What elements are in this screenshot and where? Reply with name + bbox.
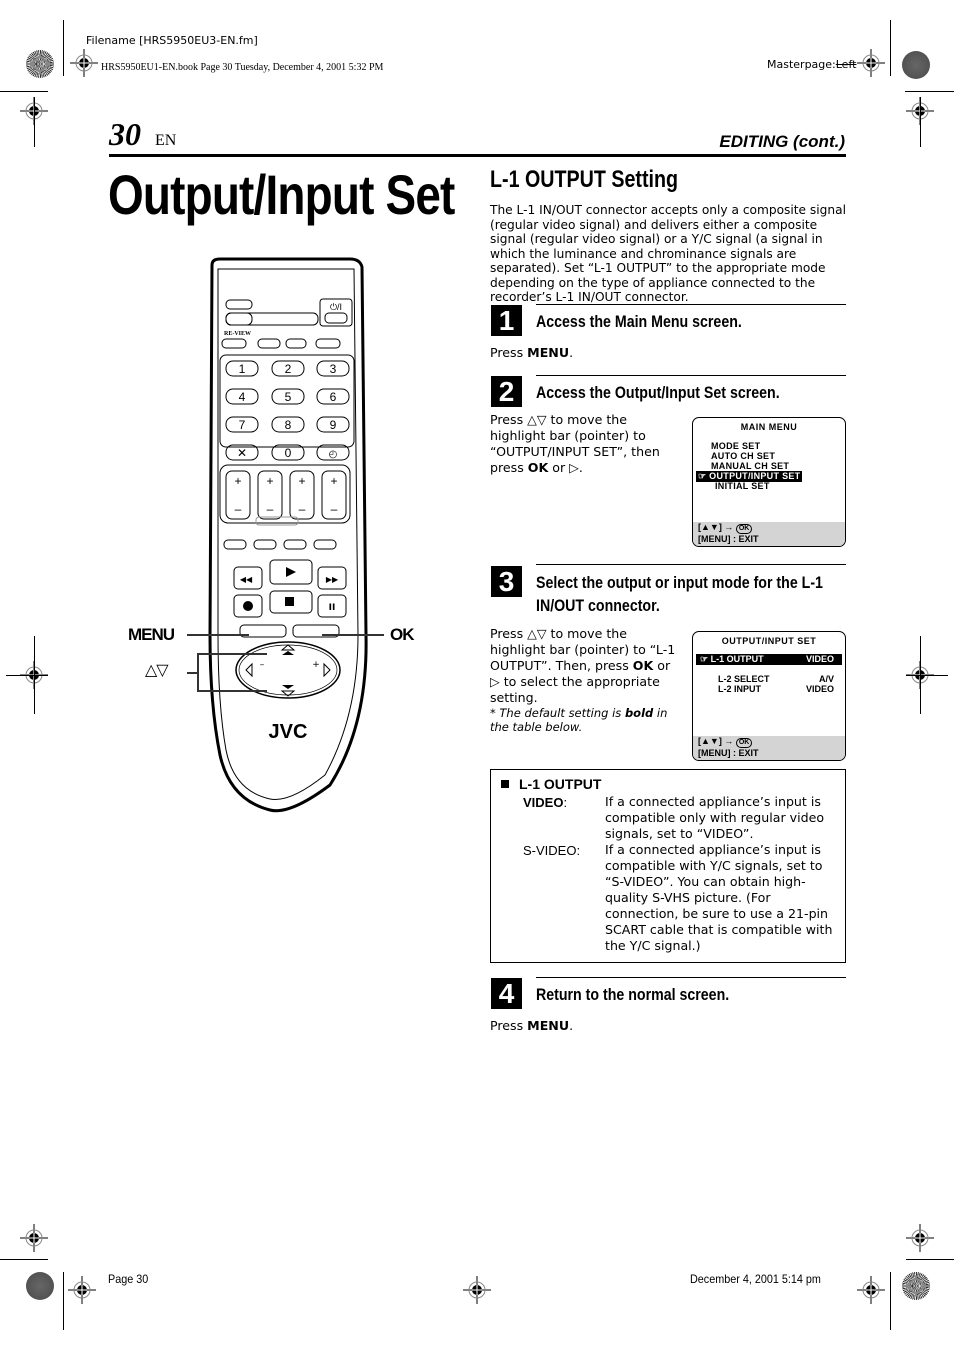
step-1-body: Press MENU. xyxy=(490,345,574,360)
osd-row-selected: ☞ L-1 OUTPUT VIDEO xyxy=(696,654,842,665)
remote-control-illustration: ⏻/I RE-VIEW 1 2 3 4 5 6 7 8 9 ✕ 0 ◴ + – +… xyxy=(208,257,368,813)
svg-text:6: 6 xyxy=(330,390,337,404)
color-rosette-icon xyxy=(26,1272,54,1300)
svg-text:◴: ◴ xyxy=(329,449,338,460)
print-masterpage: Masterpage:Left xyxy=(767,58,856,71)
color-rosette-icon xyxy=(902,51,930,79)
svg-text:–: – xyxy=(299,502,306,516)
callout-menu: MENU xyxy=(128,625,175,644)
page-title: Output/Input Set xyxy=(108,163,455,226)
svg-text:▶▶: ▶▶ xyxy=(326,575,339,584)
footer-page: Page 30 xyxy=(108,1272,149,1286)
svg-text:9: 9 xyxy=(330,418,337,432)
registration-mark-icon xyxy=(906,1224,934,1252)
svg-text:+: + xyxy=(330,474,337,488)
step-4-body: Press MENU. xyxy=(490,1018,574,1033)
color-rosette-icon xyxy=(902,1272,930,1300)
svg-text:5: 5 xyxy=(285,390,292,404)
svg-text:+: + xyxy=(234,474,241,488)
svg-text:II: II xyxy=(329,603,336,613)
svg-text:–: – xyxy=(331,502,338,516)
step-2-title: Access the Output/Input Set screen. xyxy=(536,384,780,402)
svg-text:3: 3 xyxy=(330,362,337,376)
step-3-title-line2: IN/OUT connector. xyxy=(536,597,660,615)
svg-text:+: + xyxy=(266,474,273,488)
registration-mark-icon xyxy=(20,1224,48,1252)
step-3-body: Press △▽ to move the highlight bar (poin… xyxy=(490,626,676,705)
option-desc-video: If a connected appliance’s input is comp… xyxy=(605,794,825,841)
step-3-title-line1: Select the output or input mode for the … xyxy=(536,574,823,592)
callout-ok: OK xyxy=(390,625,414,644)
callout-arrows: △▽ xyxy=(145,662,169,679)
option-desc-svideo: If a connected appliance’s input is comp… xyxy=(605,842,833,953)
footer-timestamp: December 4, 2001 5:14 pm xyxy=(690,1272,821,1286)
svg-text:+: + xyxy=(298,474,305,488)
ok-key: OK xyxy=(527,460,549,475)
menu-key: MENU xyxy=(527,1018,570,1033)
registration-mark-icon xyxy=(70,49,98,77)
svg-text:◀◀: ◀◀ xyxy=(240,575,253,584)
osd-menu-item: MODE SET xyxy=(711,441,761,451)
ok-key: OK xyxy=(632,658,654,673)
osd-footer: [▲▼] → OK [MENU] : EXIT xyxy=(693,736,845,760)
section-title: L-1 OUTPUT Setting xyxy=(490,166,679,193)
step-1-title: Access the Main Menu screen. xyxy=(536,313,742,331)
step-4-title: Return to the normal screen. xyxy=(536,986,730,1004)
menu-key: MENU xyxy=(527,345,570,360)
ok-icon: OK xyxy=(735,738,753,748)
svg-text:0: 0 xyxy=(285,446,292,460)
language-code: EN xyxy=(155,132,177,149)
step-number-1: 1 xyxy=(491,305,522,336)
ok-icon: OK xyxy=(735,524,753,534)
osd-footer: [▲▼] → OK [MENU] : EXIT xyxy=(693,522,845,546)
osd-title: OUTPUT/INPUT SET xyxy=(721,636,817,646)
default-note: * The default setting is bold in the tab… xyxy=(490,706,668,734)
pointer-icon: ☞ xyxy=(698,471,710,481)
step-2-body: Press △▽ to move the highlight bar (poin… xyxy=(490,412,660,475)
bullet-square-icon xyxy=(501,780,509,788)
svg-text:✕: ✕ xyxy=(237,446,247,460)
step-number-2: 2 xyxy=(491,376,522,407)
svg-text:8: 8 xyxy=(285,418,292,432)
svg-text:1: 1 xyxy=(239,362,246,376)
print-filename: Filename [HRS5950EU3-EN.fm] xyxy=(86,34,258,47)
section-intro: The L-1 IN/OUT connector accepts only a … xyxy=(490,203,846,304)
registration-mark-icon xyxy=(463,1276,491,1304)
masterpage-value: Left xyxy=(835,58,857,71)
registration-mark-icon xyxy=(68,1276,96,1304)
osd-menu-item: MANUAL CH SET xyxy=(711,461,790,471)
osd-title: MAIN MENU xyxy=(740,422,798,432)
option-label-video: VIDEO: xyxy=(523,795,568,810)
registration-mark-icon xyxy=(857,49,885,77)
osd-main-menu: MAIN MENU MODE SET AUTO CH SET MANUAL CH… xyxy=(692,417,846,547)
osd-menu-item: AUTO CH SET xyxy=(711,451,776,461)
osd-output-input-set: OUTPUT/INPUT SET ☞ L-1 OUTPUT VIDEO L-2 S… xyxy=(692,631,846,761)
svg-text:–: – xyxy=(267,502,274,516)
step-number-3: 3 xyxy=(491,566,522,597)
svg-text:–: – xyxy=(235,502,242,516)
svg-text:2: 2 xyxy=(285,362,292,376)
pointer-icon: ☞ xyxy=(700,654,711,664)
svg-text:4: 4 xyxy=(239,390,246,404)
svg-text:7: 7 xyxy=(239,418,246,432)
page-number: 30 xyxy=(109,116,141,152)
svg-text:RE-VIEW: RE-VIEW xyxy=(224,331,251,337)
osd-row: L-2 INPUT VIDEO xyxy=(718,684,834,694)
step-number-4: 4 xyxy=(491,978,522,1009)
registration-mark-icon xyxy=(857,1276,885,1304)
option-label-svideo: S-VIDEO: xyxy=(523,843,581,858)
osd-menu-item: INITIAL SET xyxy=(715,481,770,491)
print-book-line: HRS5950EU1-EN.book Page 30 Tuesday, Dece… xyxy=(101,62,384,73)
jvc-logo: JVC xyxy=(269,721,308,743)
header-rule xyxy=(109,154,846,157)
power-label: ⏻/I xyxy=(330,302,342,312)
section-header: EDITING (cont.) xyxy=(719,132,845,151)
options-title: L-1 OUTPUT xyxy=(501,776,601,792)
options-table: L-1 OUTPUT VIDEO: If a connected applian… xyxy=(490,769,846,963)
svg-text:–: – xyxy=(260,660,265,670)
masterpage-prefix: Masterpage: xyxy=(767,58,836,71)
color-rosette-icon xyxy=(26,50,54,78)
svg-text:+: + xyxy=(312,660,320,670)
